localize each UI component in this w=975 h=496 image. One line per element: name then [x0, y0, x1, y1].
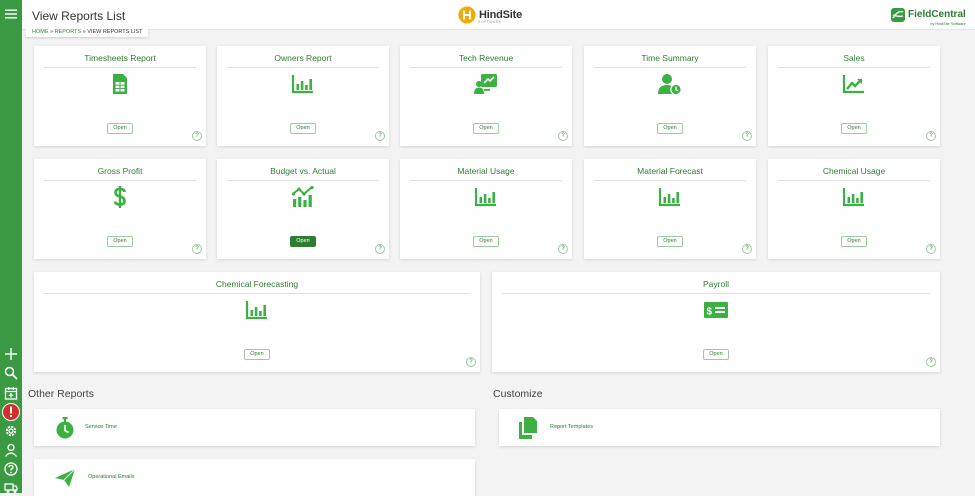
hindsite-logo: HindSite SOFTWARE [458, 5, 522, 25]
user-icon[interactable] [3, 442, 19, 458]
open-button[interactable]: Open [657, 123, 683, 134]
open-button[interactable]: Open [841, 236, 867, 247]
card-title: Timesheets Report [44, 53, 196, 68]
open-button[interactable]: Open [841, 123, 867, 134]
fieldcentral-logo: FieldCentral by HindSite Software [890, 4, 966, 26]
open-button[interactable]: Open [107, 236, 133, 247]
report-card-material-forecast: Material Forecast Open ? [584, 159, 756, 259]
sidebar [0, 0, 22, 493]
customize-heading: Customize [493, 388, 543, 400]
report-card-chemical-forecasting: Chemical Forecasting Open ? [34, 272, 480, 372]
bar-chart-icon [842, 188, 864, 207]
bar-chart-icon [291, 75, 313, 94]
presentation-chart-icon [474, 74, 497, 94]
card-title: Time Summary [594, 53, 746, 68]
gear-icon[interactable] [3, 423, 19, 439]
card-title: Tech Revenue [410, 53, 562, 68]
breadcrumb-separator: » [50, 29, 54, 35]
help-icon[interactable] [3, 461, 19, 477]
other-report-label: Operational Emails [88, 473, 135, 480]
hindsite-logo-icon [458, 6, 476, 24]
money-check-icon: $ [704, 302, 728, 318]
report-card-owners: Owners Report Open ? [217, 46, 389, 146]
help-icon[interactable]: ? [926, 131, 936, 141]
dollar-icon [113, 186, 126, 208]
card-title: Material Usage [410, 166, 562, 181]
report-card-payroll: Payroll $ Open ? [492, 272, 940, 372]
card-title: Material Forecast [594, 166, 746, 181]
open-button[interactable]: Open [290, 236, 316, 247]
help-icon[interactable]: ? [558, 131, 568, 141]
menu-icon[interactable] [3, 6, 19, 22]
open-button[interactable]: Open [290, 123, 316, 134]
help-icon[interactable]: ? [466, 357, 476, 367]
help-icon[interactable]: ? [375, 131, 385, 141]
search-icon[interactable] [3, 365, 19, 381]
fieldcentral-logo-icon [891, 8, 905, 22]
page-title: View Reports List [32, 9, 126, 23]
report-card-sales: Sales Open ? [768, 46, 940, 146]
report-card-tech-revenue: Tech Revenue Open ? [400, 46, 572, 146]
help-icon[interactable]: ? [192, 131, 202, 141]
help-icon[interactable]: ? [192, 244, 202, 254]
paper-plane-icon [55, 468, 76, 487]
calendar-icon[interactable] [3, 385, 19, 401]
report-card-chemical-usage: Chemical Usage Open ? [768, 159, 940, 259]
report-card-material-usage: Material Usage Open ? [400, 159, 572, 259]
open-button[interactable]: Open [107, 123, 133, 134]
report-card-gross-profit: Gross Profit Open ? [34, 159, 206, 259]
help-icon[interactable]: ? [926, 244, 936, 254]
breadcrumb-home[interactable]: HOME [32, 29, 49, 35]
card-title: Owners Report [227, 53, 379, 68]
card-title: Budget vs. Actual [227, 166, 379, 181]
bar-chart-icon [245, 301, 267, 320]
breadcrumb-reports[interactable]: REPORTS [55, 29, 82, 35]
fieldcentral-subtext: by HindSite Software [930, 21, 966, 26]
bar-line-chart-icon [291, 185, 314, 207]
card-title: Gross Profit [44, 166, 196, 181]
report-card-budget-vs-actual: Budget vs. Actual Open ? [217, 159, 389, 259]
fieldcentral-wordmark: FieldCentral [908, 8, 966, 20]
help-icon[interactable]: ? [742, 244, 752, 254]
top-bar: View Reports List HindSite SOFTWARE Fiel… [22, 0, 975, 30]
copy-icon [519, 416, 537, 439]
help-icon[interactable]: ? [926, 357, 936, 367]
breadcrumb-current: VIEW REPORTS LIST [87, 29, 143, 35]
card-title: Sales [778, 53, 930, 68]
breadcrumb: HOME » REPORTS » VIEW REPORTS LIST [26, 27, 149, 37]
customize-report-templates[interactable]: Report Templates [499, 409, 940, 446]
card-title: Chemical Usage [778, 166, 930, 181]
hindsite-subtext: SOFTWARE [478, 20, 502, 24]
open-button[interactable]: Open [657, 236, 683, 247]
spreadsheet-icon [113, 74, 127, 94]
breadcrumb-separator: » [82, 29, 86, 35]
report-card-time-summary: Time Summary Open ? [584, 46, 756, 146]
card-title: Chemical Forecasting [44, 279, 470, 294]
report-card-timesheets: Timesheets Report Open ? [34, 46, 206, 146]
open-button[interactable]: Open [473, 123, 499, 134]
svg-text:$: $ [707, 307, 713, 318]
card-title: Payroll [502, 279, 930, 294]
help-icon[interactable]: ? [558, 244, 568, 254]
open-button[interactable]: Open [244, 349, 270, 360]
bar-chart-icon [658, 188, 680, 207]
other-reports-heading: Other Reports [28, 388, 94, 400]
help-icon[interactable]: ? [375, 244, 385, 254]
bar-chart-icon [474, 188, 496, 207]
help-icon[interactable]: ? [742, 131, 752, 141]
stopwatch-icon [56, 416, 74, 438]
other-report-label: Service Time [85, 423, 117, 430]
trend-chart-icon [842, 75, 864, 94]
open-button[interactable]: Open [473, 236, 499, 247]
user-clock-icon [658, 74, 682, 96]
customize-label: Report Templates [550, 423, 594, 430]
other-report-service-time[interactable]: Service Time [34, 409, 475, 446]
alert-icon[interactable] [2, 403, 20, 421]
other-report-operational-emails[interactable]: Operational Emails [34, 459, 475, 496]
open-button[interactable]: Open [703, 349, 729, 360]
add-icon[interactable] [3, 346, 19, 362]
